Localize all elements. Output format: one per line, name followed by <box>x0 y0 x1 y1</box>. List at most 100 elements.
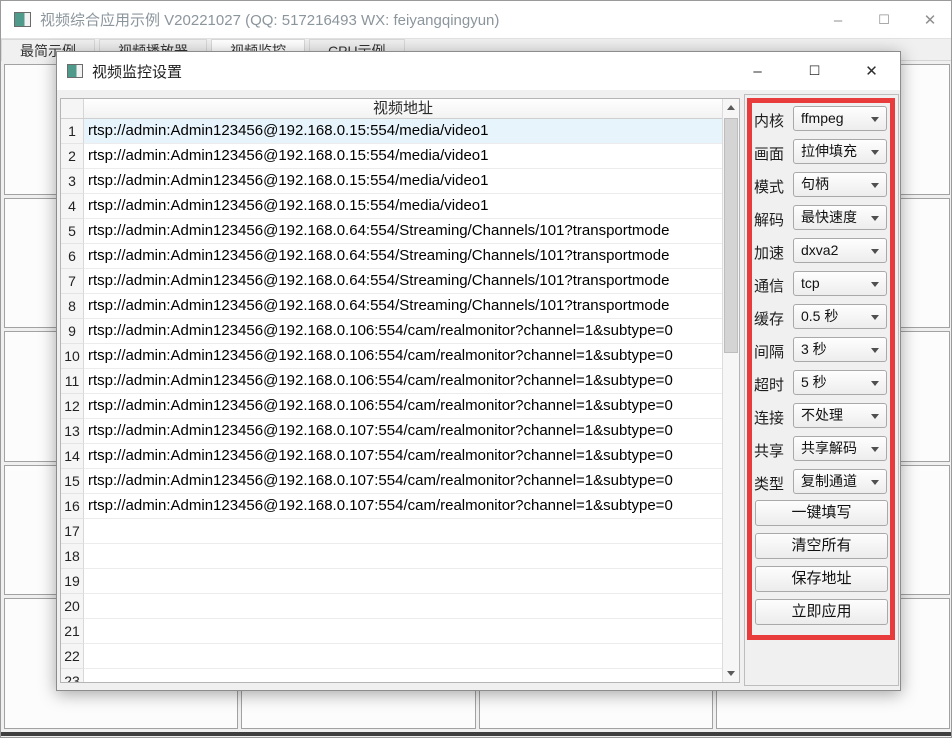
row-url[interactable] <box>84 644 722 669</box>
dialog-icon <box>67 64 83 78</box>
table-row[interactable]: 19 <box>61 569 722 594</box>
chevron-down-icon <box>871 381 879 386</box>
row-url[interactable] <box>84 669 722 682</box>
row-url[interactable] <box>84 569 722 594</box>
combo-value: 0.5 秒 <box>801 308 838 324</box>
combo-共享[interactable]: 共享解码 <box>793 436 887 461</box>
row-url[interactable]: rtsp://admin:Admin123456@192.168.0.64:55… <box>84 269 722 294</box>
table-row[interactable]: 18 <box>61 544 722 569</box>
row-number: 3 <box>61 169 84 194</box>
row-url[interactable]: rtsp://admin:Admin123456@192.168.0.15:55… <box>84 144 722 169</box>
row-url[interactable] <box>84 619 722 644</box>
combo-value: 3 秒 <box>801 341 827 357</box>
dialog-close-button[interactable]: ✕ <box>843 62 900 80</box>
table-row[interactable]: 14rtsp://admin:Admin123456@192.168.0.107… <box>61 444 722 469</box>
row-url[interactable]: rtsp://admin:Admin123456@192.168.0.106:5… <box>84 344 722 369</box>
combo-加速[interactable]: dxva2 <box>793 238 887 263</box>
table-row[interactable]: 5rtsp://admin:Admin123456@192.168.0.64:5… <box>61 219 722 244</box>
setting-label-画面: 画面 <box>754 143 790 164</box>
table-row[interactable]: 2rtsp://admin:Admin123456@192.168.0.15:5… <box>61 144 722 169</box>
chevron-down-icon <box>871 348 879 353</box>
table-row[interactable]: 12rtsp://admin:Admin123456@192.168.0.106… <box>61 394 722 419</box>
setting-label-内核: 内核 <box>754 110 790 131</box>
table-row[interactable]: 15rtsp://admin:Admin123456@192.168.0.107… <box>61 469 722 494</box>
combo-value: 共享解码 <box>801 440 857 456</box>
table-row[interactable]: 6rtsp://admin:Admin123456@192.168.0.64:5… <box>61 244 722 269</box>
table-row[interactable]: 7rtsp://admin:Admin123456@192.168.0.64:5… <box>61 269 722 294</box>
row-url[interactable]: rtsp://admin:Admin123456@192.168.0.15:55… <box>84 194 722 219</box>
row-url[interactable]: rtsp://admin:Admin123456@192.168.0.106:5… <box>84 369 722 394</box>
table-row[interactable]: 1rtsp://admin:Admin123456@192.168.0.15:5… <box>61 119 722 144</box>
combo-间隔[interactable]: 3 秒 <box>793 337 887 362</box>
row-url[interactable]: rtsp://admin:Admin123456@192.168.0.107:5… <box>84 469 722 494</box>
video-settings-dialog: 视频监控设置 – ☐ ✕ 视频地址 1rtsp://admin:Admin123… <box>56 51 901 691</box>
scroll-up-icon[interactable] <box>723 99 739 116</box>
row-url[interactable]: rtsp://admin:Admin123456@192.168.0.107:5… <box>84 444 722 469</box>
table-row[interactable]: 8rtsp://admin:Admin123456@192.168.0.64:5… <box>61 294 722 319</box>
row-url[interactable]: rtsp://admin:Admin123456@192.168.0.107:5… <box>84 494 722 519</box>
dialog-title: 视频监控设置 <box>92 61 182 82</box>
setting-label-通信: 通信 <box>754 275 790 296</box>
table-row[interactable]: 4rtsp://admin:Admin123456@192.168.0.15:5… <box>61 194 722 219</box>
row-url[interactable] <box>84 544 722 569</box>
scroll-down-icon[interactable] <box>723 665 739 682</box>
row-url[interactable]: rtsp://admin:Admin123456@192.168.0.64:55… <box>84 219 722 244</box>
combo-内核[interactable]: ffmpeg <box>793 106 887 131</box>
row-number: 15 <box>61 469 84 494</box>
combo-类型[interactable]: 复制通道 <box>793 469 887 494</box>
setting-label-类型: 类型 <box>754 473 790 494</box>
row-url[interactable]: rtsp://admin:Admin123456@192.168.0.106:5… <box>84 319 722 344</box>
apply-now-button[interactable]: 立即应用 <box>755 599 888 625</box>
combo-缓存[interactable]: 0.5 秒 <box>793 304 887 329</box>
row-number: 17 <box>61 519 84 544</box>
table-row[interactable]: 9rtsp://admin:Admin123456@192.168.0.106:… <box>61 319 722 344</box>
chevron-down-icon <box>871 447 879 452</box>
main-minimize-button[interactable]: – <box>815 12 861 29</box>
table-row[interactable]: 21 <box>61 619 722 644</box>
main-close-button[interactable]: ✕ <box>907 11 952 29</box>
chevron-down-icon <box>871 249 879 254</box>
combo-通信[interactable]: tcp <box>793 271 887 296</box>
table-row[interactable]: 17 <box>61 519 722 544</box>
combo-超时[interactable]: 5 秒 <box>793 370 887 395</box>
row-url[interactable]: rtsp://admin:Admin123456@192.168.0.64:55… <box>84 294 722 319</box>
row-url[interactable] <box>84 519 722 544</box>
table-row[interactable]: 20 <box>61 594 722 619</box>
combo-解码[interactable]: 最快速度 <box>793 205 887 230</box>
dialog-titlebar: 视频监控设置 – ☐ ✕ <box>57 52 900 90</box>
table-corner-cell[interactable] <box>61 99 84 118</box>
row-number: 14 <box>61 444 84 469</box>
row-url[interactable]: rtsp://admin:Admin123456@192.168.0.64:55… <box>84 244 722 269</box>
combo-value: 拉伸填充 <box>801 143 857 159</box>
clear-all-button[interactable]: 清空所有 <box>755 533 888 559</box>
window-bottom-edge <box>1 732 952 736</box>
dialog-minimize-button[interactable]: – <box>729 63 786 80</box>
table-row[interactable]: 23 <box>61 669 722 682</box>
row-url[interactable] <box>84 594 722 619</box>
row-number: 16 <box>61 494 84 519</box>
setting-label-加速: 加速 <box>754 242 790 263</box>
combo-画面[interactable]: 拉伸填充 <box>793 139 887 164</box>
row-url[interactable]: rtsp://admin:Admin123456@192.168.0.15:55… <box>84 119 722 144</box>
table-scrollbar[interactable] <box>722 99 739 682</box>
table-header: 视频地址 <box>61 99 722 119</box>
scrollbar-thumb[interactable] <box>724 118 738 353</box>
table-row[interactable]: 13rtsp://admin:Admin123456@192.168.0.107… <box>61 419 722 444</box>
fill-all-button[interactable]: 一键填写 <box>755 500 888 526</box>
table-row[interactable]: 10rtsp://admin:Admin123456@192.168.0.106… <box>61 344 722 369</box>
table-row[interactable]: 11rtsp://admin:Admin123456@192.168.0.106… <box>61 369 722 394</box>
row-url[interactable]: rtsp://admin:Admin123456@192.168.0.107:5… <box>84 419 722 444</box>
row-number: 8 <box>61 294 84 319</box>
combo-模式[interactable]: 句柄 <box>793 172 887 197</box>
setting-label-模式: 模式 <box>754 176 790 197</box>
table-row[interactable]: 22 <box>61 644 722 669</box>
save-address-button[interactable]: 保存地址 <box>755 566 888 592</box>
row-number: 19 <box>61 569 84 594</box>
combo-连接[interactable]: 不处理 <box>793 403 887 428</box>
table-row[interactable]: 16rtsp://admin:Admin123456@192.168.0.107… <box>61 494 722 519</box>
row-url[interactable]: rtsp://admin:Admin123456@192.168.0.15:55… <box>84 169 722 194</box>
dialog-maximize-button[interactable]: ☐ <box>786 63 843 79</box>
row-url[interactable]: rtsp://admin:Admin123456@192.168.0.106:5… <box>84 394 722 419</box>
table-row[interactable]: 3rtsp://admin:Admin123456@192.168.0.15:5… <box>61 169 722 194</box>
main-maximize-button[interactable]: ☐ <box>861 12 907 28</box>
